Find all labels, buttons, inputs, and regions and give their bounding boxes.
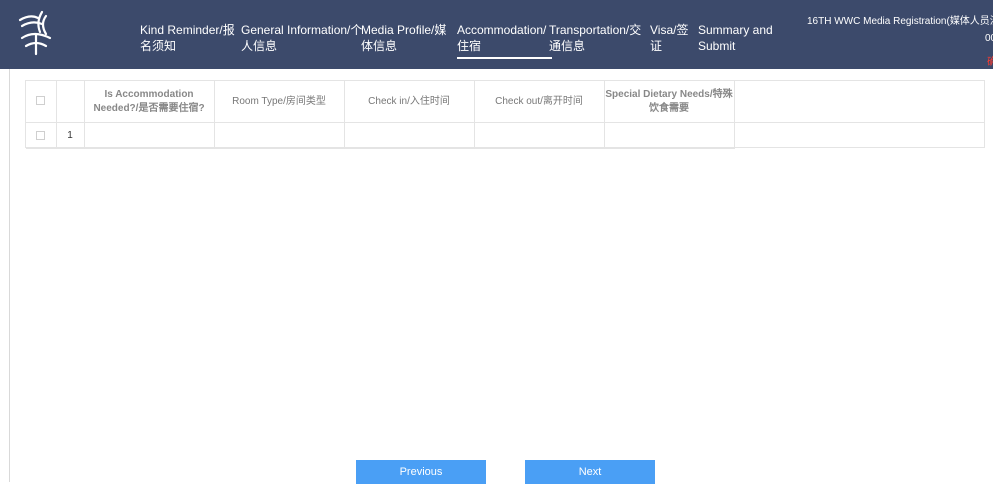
table-row: 1	[26, 122, 984, 149]
accommodation-table: Is Accommodation Needed?/是否需要住宿? Room Ty…	[25, 80, 985, 149]
site-title: 16TH WWC Media Registration(媒体人员注册	[807, 16, 993, 27]
nav-label-line2: Submit	[698, 39, 736, 53]
cell-special-dietary[interactable]	[604, 122, 735, 149]
row-index: 1	[56, 122, 85, 149]
col-label-line1: Check out/离开时间	[495, 95, 583, 107]
nav-label-line2: 名须知	[140, 39, 177, 53]
content-panel: Is Accommodation Needed?/是否需要住宿? Room Ty…	[9, 69, 993, 482]
col-label-line1: Special Dietary Needs/特殊	[605, 88, 733, 100]
col-check-out: Check out/离开时间	[474, 81, 605, 123]
nav-label-line1: Summary and	[698, 23, 773, 37]
nav-label-line1: Kind Reminder/报	[140, 23, 235, 37]
nav-label-line1: Transportation/交	[549, 23, 642, 37]
select-all-cell	[26, 81, 57, 123]
top-header: Kind Reminder/报 名须知 General Information/…	[0, 0, 993, 69]
nav-label-line1: General Information/个	[241, 23, 363, 37]
spacer-cell	[734, 123, 984, 149]
event-logo-icon	[16, 8, 56, 56]
nav-accommodation[interactable]: Accommodation/ 住宿	[457, 22, 553, 59]
table-header-row: Is Accommodation Needed?/是否需要住宿? Room Ty…	[26, 81, 984, 123]
previous-button[interactable]: Previous	[356, 460, 486, 484]
cell-room-type[interactable]	[214, 122, 345, 149]
select-all-checkbox[interactable]	[36, 96, 46, 106]
nav-label-line1: Visa/签	[650, 23, 689, 37]
col-room-type: Room Type/房间类型	[214, 81, 345, 123]
nav-media-profile[interactable]: Media Profile/媒 体信息	[361, 22, 446, 54]
row-checkbox[interactable]	[36, 130, 46, 140]
nav-label-line1: Accommodation/	[457, 23, 547, 37]
nav-label-line2: 人信息	[241, 39, 278, 53]
cell-check-out[interactable]	[474, 122, 605, 149]
registration-code: 00	[985, 33, 993, 44]
col-label-line2: Needed?/是否需要住宿?	[93, 102, 205, 114]
nav-label-line2: 通信息	[549, 39, 586, 53]
nav-label-line2: 证	[650, 39, 663, 53]
nav-general-information[interactable]: General Information/个 人信息	[241, 22, 362, 54]
col-label-line1: Room Type/房间类型	[232, 95, 326, 107]
alert-text[interactable]: 确	[987, 53, 993, 68]
cell-accommodation-needed[interactable]	[84, 122, 215, 149]
index-header	[56, 81, 85, 123]
spacer-header	[734, 81, 984, 123]
col-check-in: Check in/入住时间	[344, 81, 475, 123]
nav-transportation[interactable]: Transportation/交 通信息	[549, 22, 641, 54]
col-label-line1: Check in/入住时间	[368, 95, 450, 107]
nav-label-line1: Media Profile/媒	[361, 23, 447, 37]
col-label-line2: 饮食需要	[649, 102, 689, 114]
nav-summary-submit[interactable]: Summary and Submit	[698, 22, 773, 54]
nav-label-line2: 体信息	[361, 39, 398, 53]
cell-check-in[interactable]	[344, 122, 475, 149]
col-special-dietary: Special Dietary Needs/特殊 饮食需要	[604, 81, 735, 123]
row-select-cell	[26, 122, 57, 149]
nav-visa[interactable]: Visa/签 证	[650, 22, 688, 54]
nav-kind-reminder[interactable]: Kind Reminder/报 名须知	[140, 22, 235, 54]
col-accommodation-needed: Is Accommodation Needed?/是否需要住宿?	[84, 81, 215, 123]
nav-label-line2: 住宿	[457, 39, 482, 53]
col-label-line1: Is Accommodation	[104, 88, 194, 100]
next-button[interactable]: Next	[525, 460, 655, 484]
